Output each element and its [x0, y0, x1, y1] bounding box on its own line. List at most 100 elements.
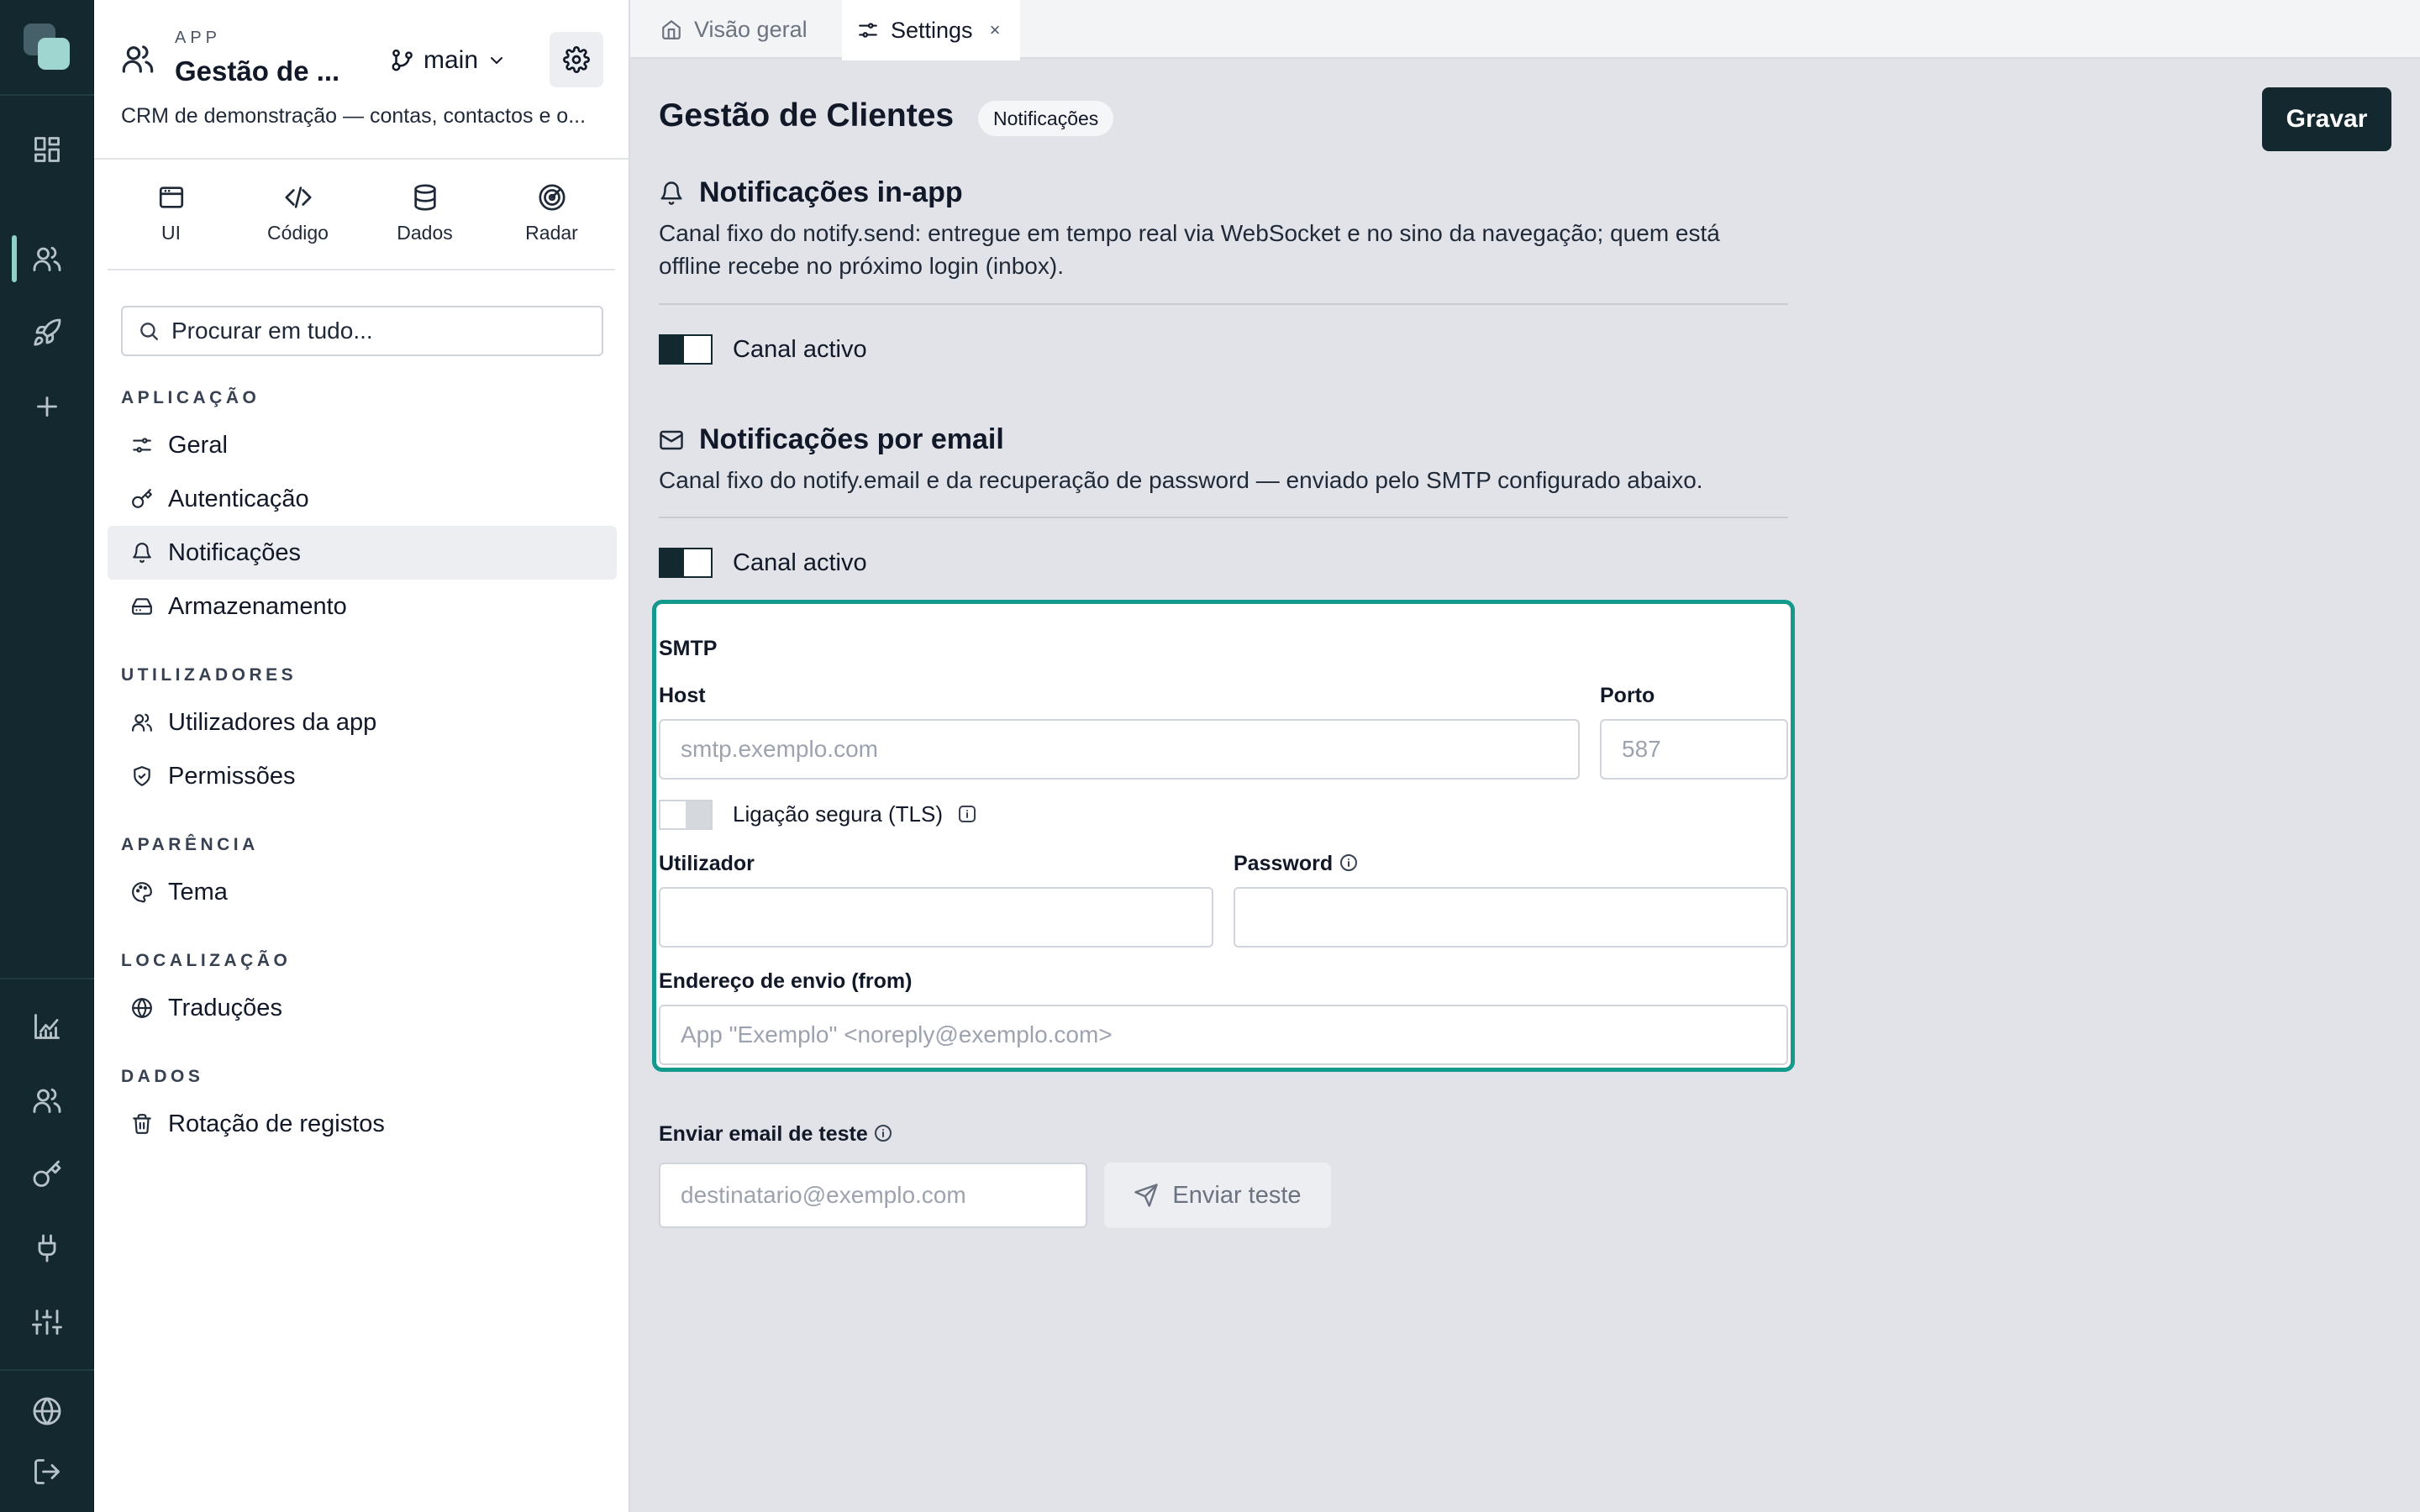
settings-sidebar: APP Gestão de ... main CRM de demonstraç…	[94, 0, 630, 1512]
sidebar-item-label: Autenticação	[168, 485, 309, 512]
inapp-section-header: Notificações in-app	[659, 176, 963, 209]
nav-section-title: DADOS	[121, 1067, 204, 1086]
radar-icon	[538, 184, 566, 211]
tab-settings[interactable]: Settings ×	[842, 0, 1020, 60]
dashboard-icon[interactable]	[30, 133, 64, 166]
email-channel-toggle[interactable]	[659, 548, 713, 578]
send-icon	[1134, 1184, 1159, 1207]
gear-icon	[563, 46, 590, 73]
hard-drive-icon	[132, 598, 152, 615]
app-logo[interactable]	[24, 24, 71, 71]
git-branch-icon	[392, 49, 413, 71]
rail-active-indicator	[12, 235, 17, 282]
plus-icon[interactable]	[30, 390, 64, 423]
nav-section-title: APARÊNCIA	[121, 835, 259, 854]
section-title: Notificações in-app	[699, 176, 963, 208]
users-icon	[132, 713, 152, 732]
sidebar-item-label: Rotação de registos	[168, 1110, 385, 1137]
info-icon[interactable]	[1338, 852, 1360, 874]
sidebar-item-notificacoes[interactable]: Notificações	[108, 526, 617, 580]
section-title: Notificações por email	[699, 423, 1004, 455]
bell-icon	[133, 543, 151, 563]
section-description: Canal fixo do notify.send: entregue em t…	[659, 220, 1720, 279]
send-test-button[interactable]: Enviar teste	[1104, 1163, 1331, 1228]
search-icon	[140, 323, 158, 340]
database-icon	[413, 184, 436, 211]
home-icon	[662, 20, 681, 39]
sidebar-item-armazenamento[interactable]: Armazenamento	[108, 580, 617, 633]
bell-icon	[660, 181, 682, 205]
branch-selector[interactable]: main	[390, 42, 507, 79]
sidebar-item-permissoes[interactable]: Permissões	[108, 749, 617, 803]
rocket-icon[interactable]	[30, 316, 64, 349]
port-input[interactable]	[1600, 719, 1788, 780]
branch-name: main	[424, 46, 479, 74]
tab-label: Settings	[891, 17, 973, 43]
sidebar-item-geral[interactable]: Geral	[108, 418, 617, 472]
team-icon[interactable]	[30, 1084, 64, 1117]
sliders-icon[interactable]	[30, 1305, 64, 1339]
mode-data[interactable]: Dados	[361, 161, 488, 269]
plug-icon[interactable]	[30, 1231, 64, 1265]
mail-icon	[660, 430, 683, 449]
sidebar-item-label: Armazenamento	[168, 592, 347, 620]
code-icon	[284, 186, 312, 208]
tls-toggle[interactable]	[659, 800, 713, 830]
sidebar-item-label: Tema	[168, 878, 228, 906]
page-badge: Notificações	[978, 101, 1114, 136]
from-input[interactable]	[659, 1005, 1788, 1065]
app-rail	[0, 0, 94, 1512]
password-input[interactable]	[1234, 887, 1788, 948]
palette-icon	[132, 882, 152, 903]
toggle-label: Canal activo	[733, 549, 867, 576]
tab-visao-geral[interactable]: Visão geral	[645, 0, 823, 59]
mode-radar[interactable]: Radar	[488, 161, 615, 269]
sidebar-item-autenticacao[interactable]: Autenticação	[108, 472, 617, 526]
mode-label: Dados	[397, 222, 453, 244]
rail-divider	[0, 94, 94, 96]
sidebar-item-utilizadores[interactable]: Utilizadores da app	[108, 696, 617, 749]
mode-ui[interactable]: UI	[108, 161, 234, 269]
settings-sliders-icon	[859, 23, 877, 38]
shield-check-icon	[134, 766, 150, 786]
tab-label: Visão geral	[694, 16, 808, 42]
mode-code[interactable]: Código	[234, 161, 361, 269]
section-divider	[659, 517, 1788, 518]
section-divider	[659, 303, 1788, 305]
globe-icon[interactable]	[30, 1394, 64, 1428]
toggle-label: Canal activo	[733, 336, 867, 363]
sidebar-item-label: Notificações	[168, 538, 301, 566]
smtp-settings-panel	[652, 600, 1795, 1072]
info-icon[interactable]	[872, 1122, 894, 1144]
search-box	[121, 306, 603, 356]
smtp-heading: SMTP	[659, 637, 718, 660]
password-label: Password	[1234, 852, 1334, 875]
sidebar-item-traducoes[interactable]: Traduções	[108, 981, 617, 1035]
sidebar-item-tema[interactable]: Tema	[108, 865, 617, 919]
host-input[interactable]	[659, 719, 1580, 780]
send-test-label: Enviar teste	[1172, 1181, 1302, 1209]
host-label: Host	[659, 684, 706, 707]
app-settings-button[interactable]	[550, 32, 603, 87]
test-email-label: Enviar email de teste	[659, 1122, 868, 1146]
logout-icon[interactable]	[30, 1455, 64, 1488]
window-icon	[159, 186, 183, 208]
save-button[interactable]: Gravar	[2262, 87, 2391, 151]
close-icon[interactable]: ×	[990, 19, 1001, 41]
app-kicker: APP	[175, 29, 222, 47]
key-icon[interactable]	[30, 1158, 64, 1191]
info-icon[interactable]	[956, 803, 978, 825]
users-icon[interactable]	[30, 242, 64, 276]
tab-bar: Visão geral Settings ×	[630, 0, 2420, 60]
mode-label: Radar	[525, 222, 578, 244]
search-input[interactable]	[171, 318, 575, 344]
globe-icon	[132, 998, 152, 1018]
sidebar-item-label: Traduções	[168, 994, 282, 1021]
user-input[interactable]	[659, 887, 1213, 948]
mode-label: UI	[161, 222, 181, 244]
inapp-channel-toggle[interactable]	[659, 334, 713, 365]
sidebar-item-label: Geral	[168, 431, 228, 459]
test-recipient-input[interactable]	[659, 1163, 1087, 1228]
analytics-icon[interactable]	[30, 1010, 64, 1043]
sidebar-item-rotacao-registos[interactable]: Rotação de registos	[108, 1097, 617, 1151]
